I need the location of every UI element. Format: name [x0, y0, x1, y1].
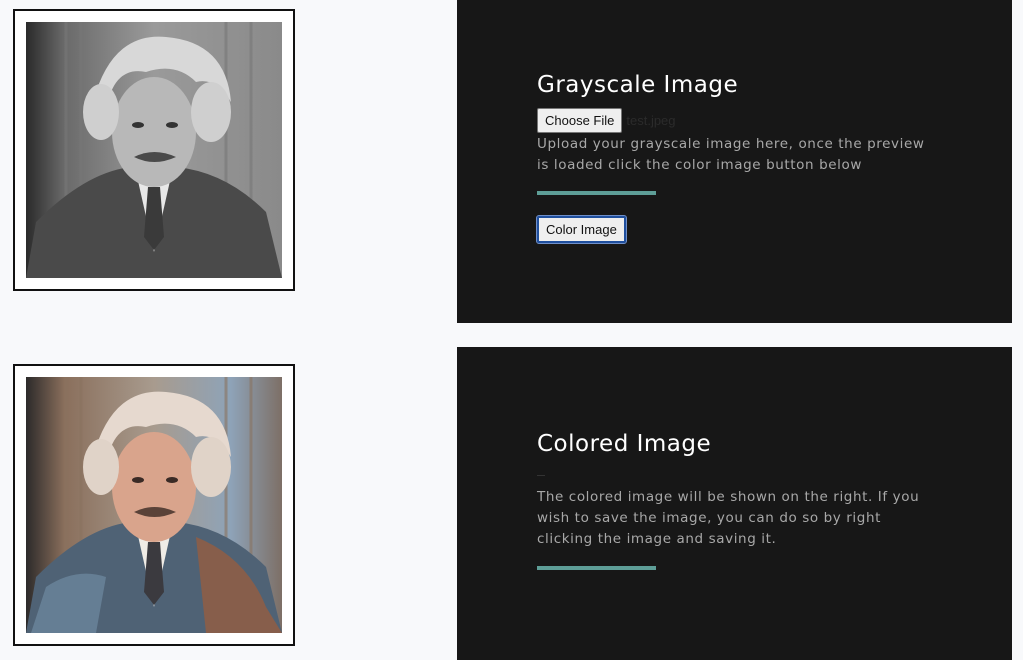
result-instructions: The colored image will be shown on the r…	[537, 489, 920, 547]
accent-divider	[537, 191, 656, 195]
grayscale-image-preview	[26, 22, 282, 278]
upload-instructions: Upload your grayscale image here, once t…	[537, 136, 925, 173]
result-panel-title: Colored Image	[537, 431, 712, 457]
choose-file-button[interactable]: Choose File	[537, 108, 623, 133]
grayscale-image-frame	[13, 9, 295, 291]
file-input-row: Choose File test.jpeg	[537, 108, 676, 133]
selected-file-name: test.jpeg	[626, 113, 676, 128]
upload-panel: Grayscale Image Choose File test.jpeg Up…	[457, 0, 1012, 323]
accent-divider	[537, 566, 656, 570]
colored-image-preview	[26, 377, 282, 633]
color-image-button[interactable]: Color Image	[536, 215, 627, 244]
grayscale-portrait-image	[26, 22, 282, 278]
placeholder-dash	[537, 475, 545, 476]
result-panel: Colored Image The colored image will be …	[457, 347, 1012, 660]
colored-image-frame	[13, 364, 295, 646]
upload-panel-title: Grayscale Image	[537, 72, 739, 98]
colored-portrait-image	[26, 377, 282, 633]
